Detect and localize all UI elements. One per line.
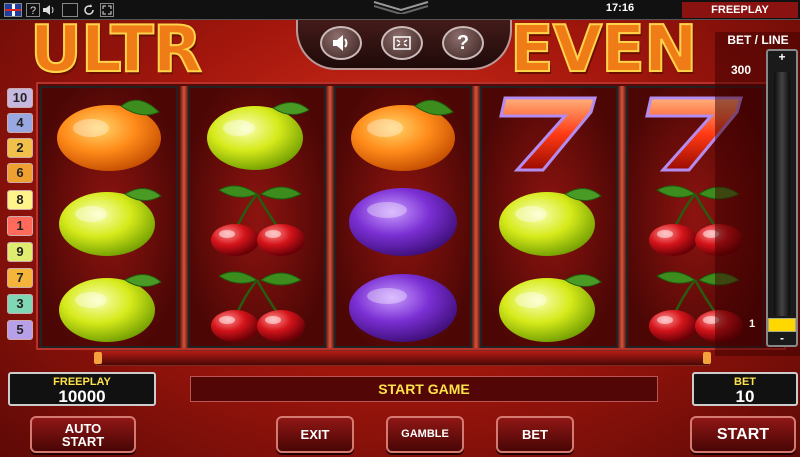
orange-symbol	[345, 94, 465, 174]
bet-per-line-min: 1	[748, 318, 756, 330]
reel-4	[480, 86, 618, 348]
help-button[interactable]: ?	[442, 26, 484, 60]
uk-flag-icon[interactable]	[4, 3, 22, 17]
lemon-symbol	[51, 266, 171, 346]
lemon-symbol	[199, 94, 319, 174]
reel-divider	[472, 86, 480, 348]
mode-badge: FREEPLAY	[682, 2, 798, 18]
logo-right: EVEN	[510, 22, 699, 78]
help-icon: ?	[456, 32, 470, 54]
payline-badge-1[interactable]: 1	[7, 216, 33, 236]
reel-divider	[326, 86, 334, 348]
payline-badge-3[interactable]: 3	[7, 294, 33, 314]
sound-button[interactable]	[320, 26, 362, 60]
speaker-icon[interactable]	[42, 3, 56, 17]
slot-machine-screen: ? 17:16 FREEPLAY ULTR EVEN ? 10 4 2 6 8 …	[0, 0, 800, 457]
cherries-symbol	[199, 266, 319, 346]
logo-left: ULTR	[30, 22, 203, 78]
gamble-button[interactable]: GAMBLE	[386, 416, 464, 453]
payline-badge-6[interactable]: 6	[7, 163, 33, 183]
payline-badge-7[interactable]: 7	[7, 268, 33, 288]
lemon-symbol	[491, 266, 611, 346]
payline-badge-4[interactable]: 4	[7, 113, 33, 133]
slider-thumb[interactable]	[768, 318, 796, 332]
bet-label-button: BET	[522, 427, 548, 442]
clock: 17:16	[605, 2, 635, 14]
orange-symbol	[51, 94, 171, 174]
question-icon[interactable]: ?	[26, 3, 40, 17]
fullscreen-icon	[393, 36, 411, 50]
slider-minus-button[interactable]: -	[768, 331, 796, 345]
auto-start-label-2: START	[61, 434, 105, 449]
cherries-symbol	[199, 180, 319, 260]
rail-cap	[703, 352, 711, 364]
slider-groove[interactable]	[774, 72, 790, 316]
payline-badge-2[interactable]: 2	[7, 138, 33, 158]
refresh-icon[interactable]	[82, 3, 96, 17]
auto-start-button[interactable]: AUTO START	[30, 416, 136, 453]
payline-badge-10[interactable]: 10	[7, 88, 33, 108]
reel-1	[40, 86, 178, 348]
rail-cap	[94, 352, 102, 364]
bet-value: 10	[735, 387, 755, 406]
message-box: START GAME	[190, 376, 658, 402]
window-icon[interactable]	[62, 3, 78, 17]
fullscreen-button[interactable]	[381, 26, 423, 60]
bet-per-line-max: 300	[730, 63, 752, 77]
slider-plus-button[interactable]: +	[768, 50, 796, 64]
payline-badge-9[interactable]: 9	[7, 242, 33, 262]
reel-divider	[180, 86, 188, 348]
reel-divider	[618, 86, 626, 348]
bet-per-line-title: BET / LINE	[727, 33, 789, 47]
reel-2	[188, 86, 326, 348]
start-button[interactable]: START	[690, 416, 796, 453]
freeplay-balance-box: FREEPLAY 10000	[8, 372, 156, 406]
menu-chevron-icon[interactable]	[372, 0, 430, 14]
reels-bottom-rail	[96, 350, 710, 366]
fullscreen-small-icon[interactable]	[100, 3, 114, 17]
start-label: START	[716, 426, 770, 443]
freeplay-value: 10000	[58, 387, 106, 406]
lemon-symbol	[491, 180, 611, 260]
payline-badge-5[interactable]: 5	[7, 320, 33, 340]
exit-label: EXIT	[300, 427, 330, 442]
status-bar: ? 17:16 FREEPLAY	[0, 0, 800, 20]
lemon-symbol	[51, 180, 171, 260]
reel-3	[334, 86, 472, 348]
speaker-icon	[333, 35, 348, 51]
gamble-label: GAMBLE	[401, 428, 449, 440]
exit-button[interactable]: EXIT	[276, 416, 354, 453]
plum-symbol	[345, 180, 465, 260]
bet-box: BET 10	[692, 372, 798, 406]
plum-symbol	[345, 266, 465, 346]
seven-symbol	[491, 94, 611, 174]
payline-badge-8[interactable]: 8	[7, 190, 33, 210]
bet-button[interactable]: BET	[496, 416, 574, 453]
